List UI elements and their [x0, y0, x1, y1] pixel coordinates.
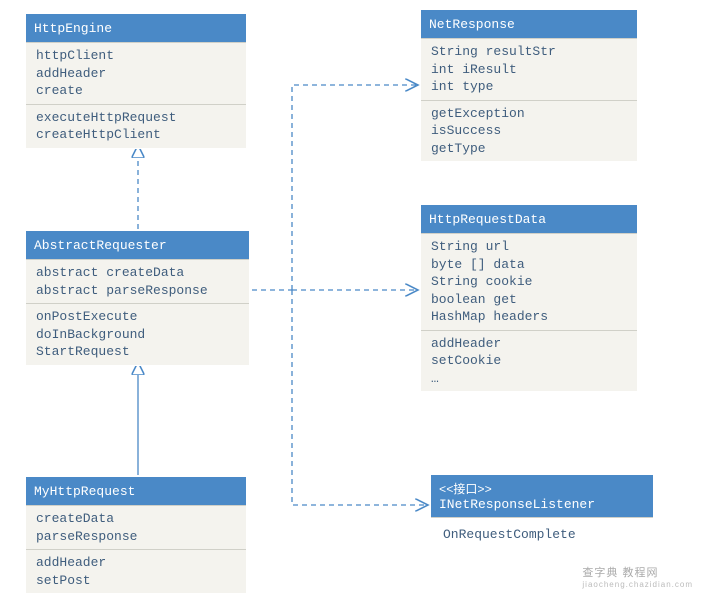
class-httpengine: HttpEngine httpClient addHeader create e…: [25, 13, 247, 149]
class-netresponse: NetResponse String resultStr int iResult…: [420, 9, 638, 162]
attributes: httpClient addHeader create: [26, 42, 246, 104]
attributes: String url byte [] data String cookie bo…: [421, 233, 637, 330]
class-httprequestdata: HttpRequestData String url byte [] data …: [420, 204, 638, 392]
methods: OnRequestComplete: [431, 517, 653, 552]
rel-abstractrequester-netresponse: [292, 85, 418, 290]
methods: addHeader setCookie …: [421, 330, 637, 392]
watermark: 查字典 教程网 jiaocheng.chazidian.com: [582, 564, 693, 589]
rel-abstractrequester-inetresponselistener: [292, 290, 428, 505]
class-title: AbstractRequester: [26, 231, 249, 259]
class-title: HttpEngine: [26, 14, 246, 42]
methods: executeHttpRequest createHttpClient: [26, 104, 246, 148]
class-inetresponselistener: <<接口>> INetResponseListener OnRequestCom…: [430, 474, 654, 553]
class-title: NetResponse: [421, 10, 637, 38]
class-abstractrequester: AbstractRequester abstract createData ab…: [25, 230, 250, 366]
methods: onPostExecute doInBackground StartReques…: [26, 303, 249, 365]
class-title: <<接口>> INetResponseListener: [431, 475, 653, 517]
attributes: String resultStr int iResult int type: [421, 38, 637, 100]
attributes: abstract createData abstract parseRespon…: [26, 259, 249, 303]
methods: getException isSuccess getType: [421, 100, 637, 162]
class-title: MyHttpRequest: [26, 477, 246, 505]
class-title: HttpRequestData: [421, 205, 637, 233]
class-myhttprequest: MyHttpRequest createData parseResponse a…: [25, 476, 247, 594]
attributes: createData parseResponse: [26, 505, 246, 549]
methods: addHeader setPost: [26, 549, 246, 593]
